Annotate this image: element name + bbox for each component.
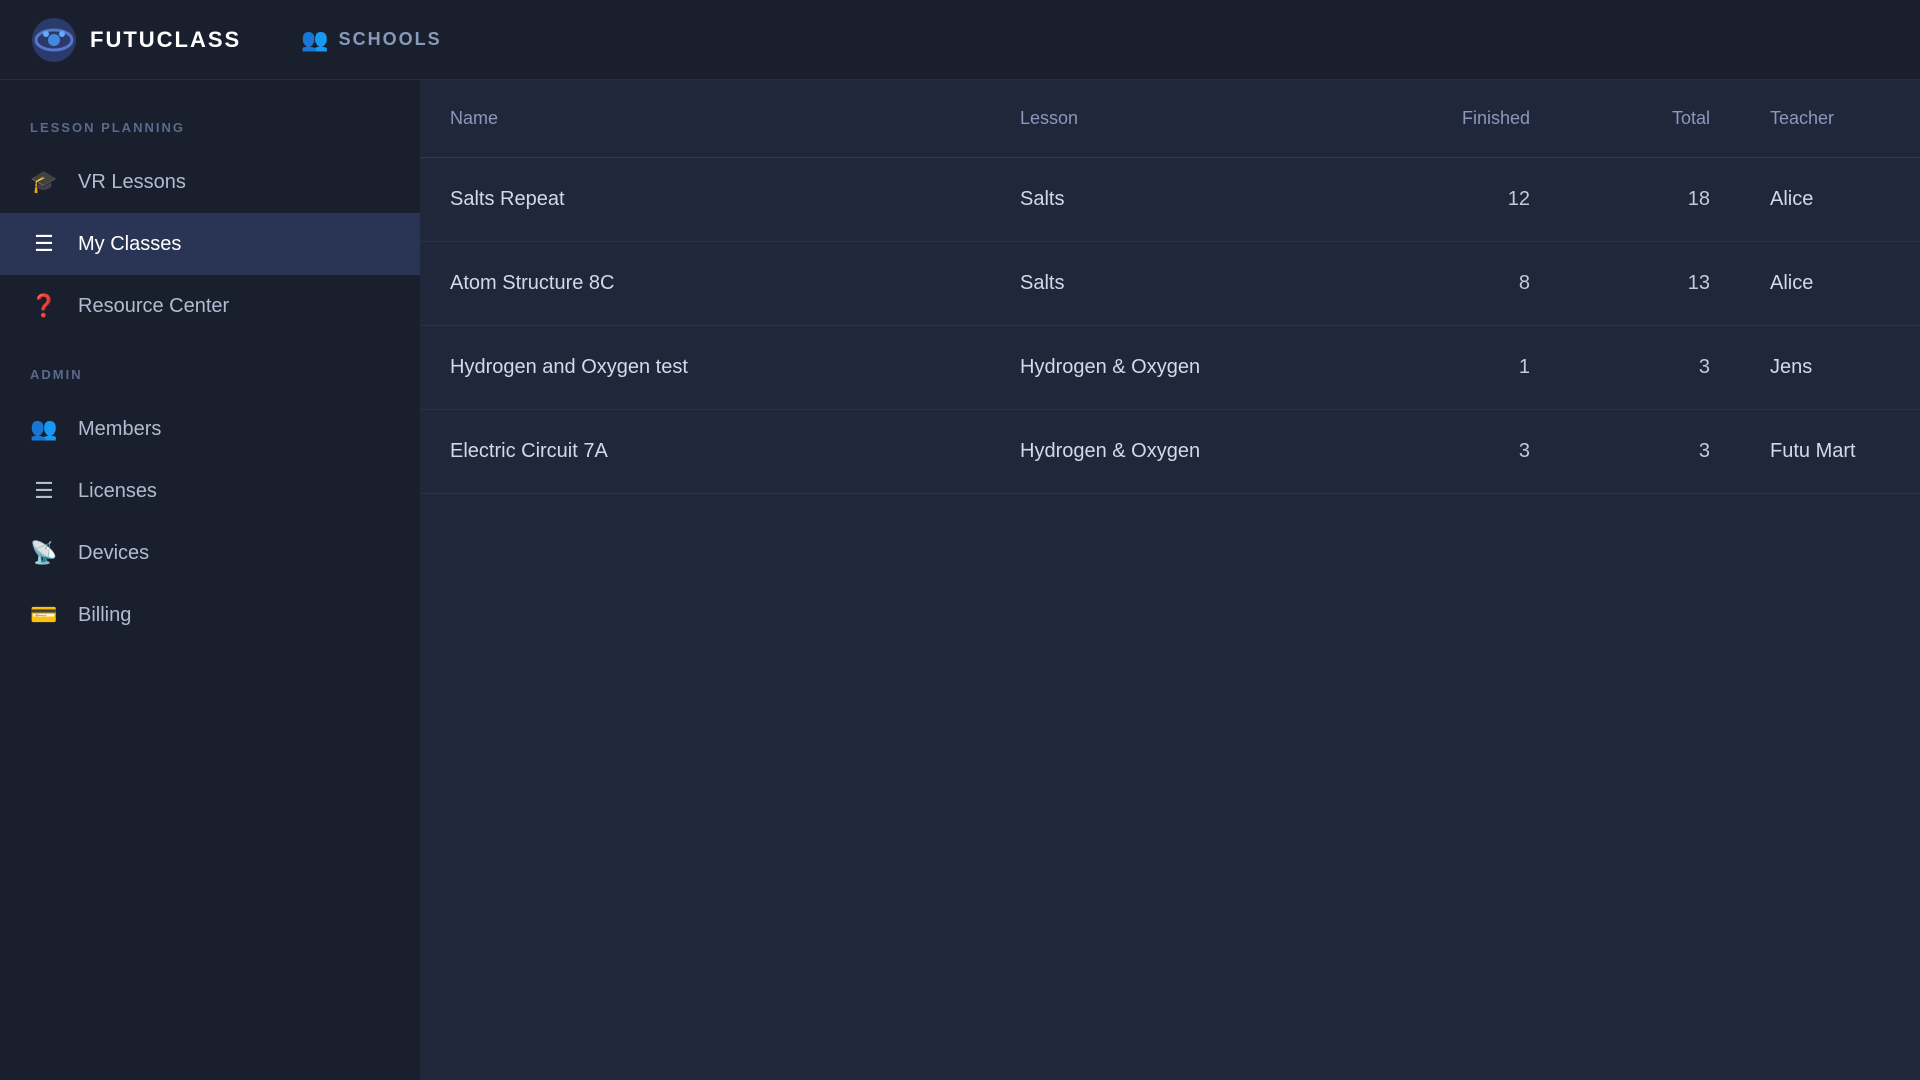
col-header-lesson: Lesson — [990, 80, 1365, 158]
col-header-name: Name — [420, 80, 990, 158]
sidebar-item-billing[interactable]: 💳 Billing — [0, 584, 420, 646]
app-header: FUTUCLASS 👥 SCHOOLS — [0, 0, 1920, 80]
cell-name: Electric Circuit 7A — [420, 410, 990, 494]
sidebar-item-label: Devices — [78, 542, 149, 565]
licenses-icon: ☰ — [30, 478, 58, 504]
table-body: Salts Repeat Salts 12 18 Alice Atom Stru… — [420, 158, 1920, 494]
cell-total: 18 — [1560, 158, 1740, 242]
logo-text: FUTUCLASS — [90, 27, 241, 53]
sidebar-item-devices[interactable]: 📡 Devices — [0, 522, 420, 584]
cell-finished: 1 — [1365, 326, 1560, 410]
lesson-planning-label: LESSON PLANNING — [0, 120, 420, 151]
sidebar-item-label: Members — [78, 418, 161, 441]
logo[interactable]: FUTUCLASS — [30, 16, 241, 64]
sidebar-item-label: My Classes — [78, 233, 181, 256]
table-row[interactable]: Salts Repeat Salts 12 18 Alice — [420, 158, 1920, 242]
sidebar-item-label: Licenses — [78, 480, 157, 503]
cell-lesson: Salts — [990, 158, 1365, 242]
cell-total: 3 — [1560, 326, 1740, 410]
sidebar-item-label: Billing — [78, 604, 131, 627]
cell-total: 13 — [1560, 242, 1740, 326]
classes-table: Name Lesson Finished Total Teacher Salts… — [420, 80, 1920, 494]
sidebar-item-label: Resource Center — [78, 295, 229, 318]
cell-lesson: Hydrogen & Oxygen — [990, 410, 1365, 494]
schools-nav[interactable]: 👥 SCHOOLS — [301, 27, 441, 53]
schools-icon: 👥 — [301, 27, 328, 53]
col-header-total: Total — [1560, 80, 1740, 158]
cell-finished: 8 — [1365, 242, 1560, 326]
cell-teacher: Jens — [1740, 326, 1920, 410]
sidebar-item-licenses[interactable]: ☰ Licenses — [0, 460, 420, 522]
table-header: Name Lesson Finished Total Teacher — [420, 80, 1920, 158]
main-layout: LESSON PLANNING 🎓 VR Lessons ☰ My Classe… — [0, 80, 1920, 1080]
vr-lessons-icon: 🎓 — [30, 169, 58, 195]
schools-label: SCHOOLS — [339, 29, 442, 50]
cell-total: 3 — [1560, 410, 1740, 494]
cell-lesson: Hydrogen & Oxygen — [990, 326, 1365, 410]
sidebar: LESSON PLANNING 🎓 VR Lessons ☰ My Classe… — [0, 80, 420, 1080]
cell-finished: 12 — [1365, 158, 1560, 242]
admin-section: ADMIN 👥 Members ☰ Licenses 📡 Devices 💳 B… — [0, 367, 420, 646]
cell-teacher: Alice — [1740, 242, 1920, 326]
cell-name: Salts Repeat — [420, 158, 990, 242]
cell-finished: 3 — [1365, 410, 1560, 494]
sidebar-item-resource-center[interactable]: ❓ Resource Center — [0, 275, 420, 337]
table-row[interactable]: Atom Structure 8C Salts 8 13 Alice — [420, 242, 1920, 326]
devices-icon: 📡 — [30, 540, 58, 566]
members-icon: 👥 — [30, 416, 58, 442]
my-classes-icon: ☰ — [30, 231, 58, 257]
sidebar-item-label: VR Lessons — [78, 171, 186, 194]
sidebar-item-my-classes[interactable]: ☰ My Classes — [0, 213, 420, 275]
futuclass-logo-icon — [30, 16, 78, 64]
table-row[interactable]: Electric Circuit 7A Hydrogen & Oxygen 3 … — [420, 410, 1920, 494]
cell-lesson: Salts — [990, 242, 1365, 326]
billing-icon: 💳 — [30, 602, 58, 628]
cell-teacher: Alice — [1740, 158, 1920, 242]
admin-label: ADMIN — [0, 367, 420, 398]
table-row[interactable]: Hydrogen and Oxygen test Hydrogen & Oxyg… — [420, 326, 1920, 410]
main-content: Name Lesson Finished Total Teacher Salts… — [420, 80, 1920, 1080]
cell-name: Atom Structure 8C — [420, 242, 990, 326]
sidebar-item-vr-lessons[interactable]: 🎓 VR Lessons — [0, 151, 420, 213]
cell-teacher: Futu Mart — [1740, 410, 1920, 494]
sidebar-item-members[interactable]: 👥 Members — [0, 398, 420, 460]
col-header-finished: Finished — [1365, 80, 1560, 158]
col-header-teacher: Teacher — [1740, 80, 1920, 158]
resource-center-icon: ❓ — [30, 293, 58, 319]
cell-name: Hydrogen and Oxygen test — [420, 326, 990, 410]
